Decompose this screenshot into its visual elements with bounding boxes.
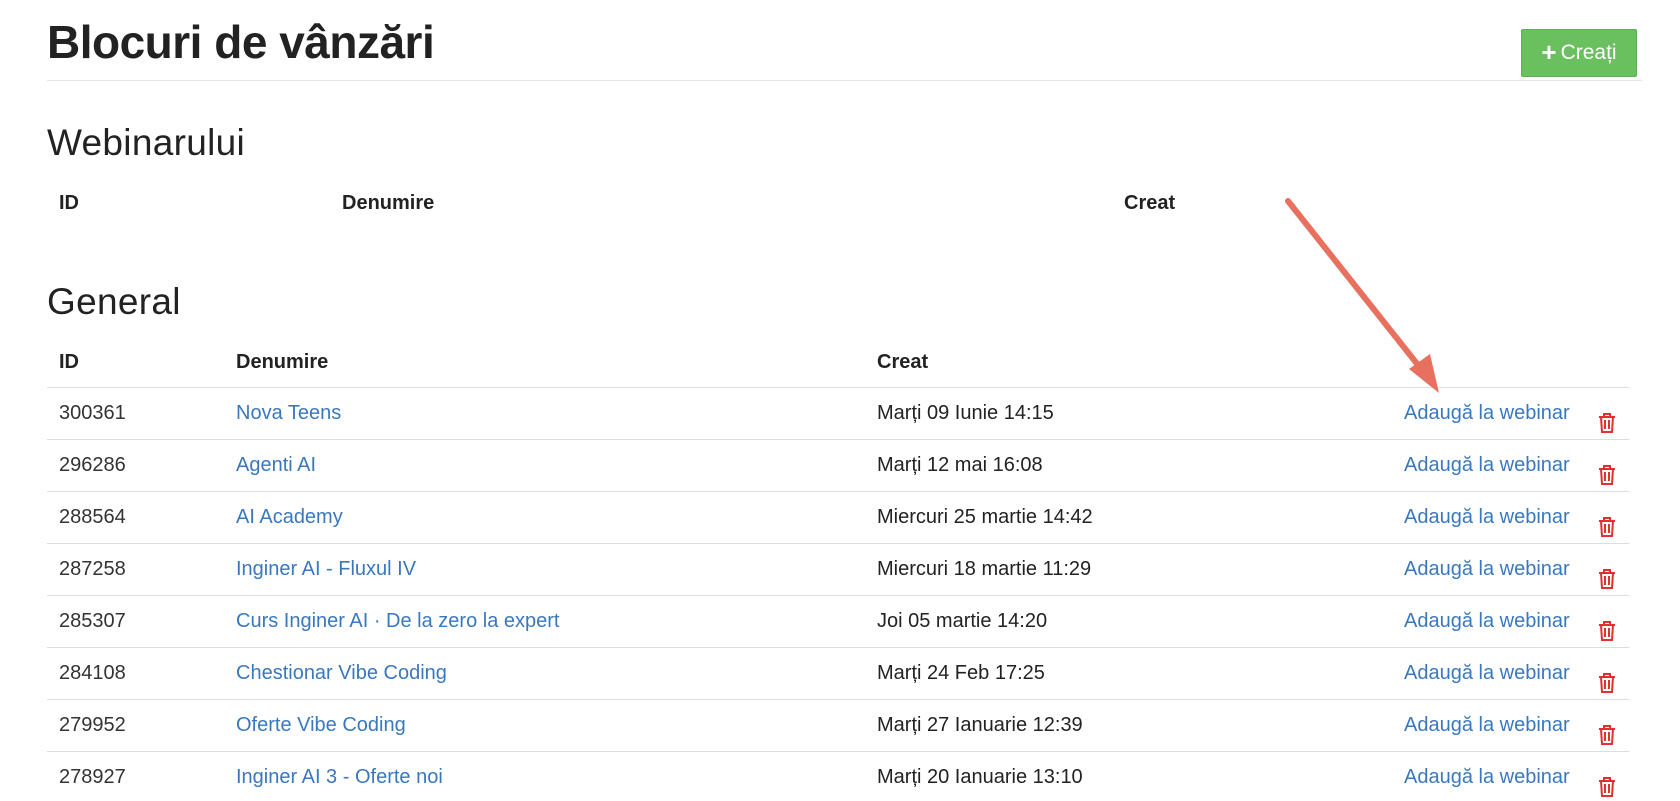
row-id: 279952 (59, 714, 126, 736)
table-row: 300361 Nova Teens Marți 09 Iunie 14:15 A… (47, 388, 1629, 440)
row-id: 288564 (59, 506, 126, 528)
trash-icon[interactable] (1597, 767, 1617, 797)
add-to-webinar-link[interactable]: Adaugă la webinar (1404, 596, 1570, 647)
add-to-webinar-link[interactable]: Adaugă la webinar (1404, 492, 1570, 543)
general-col-id: ID (59, 351, 79, 373)
table-row: 279952 Oferte Vibe Coding Marți 27 Ianua… (47, 700, 1629, 752)
row-name-link[interactable]: AI Academy (236, 492, 343, 543)
add-to-webinar-link[interactable]: Adaugă la webinar (1404, 388, 1570, 439)
arrow-annotation (1285, 198, 1439, 393)
create-button-label: Creați (1560, 41, 1617, 64)
row-id: 287258 (59, 558, 126, 580)
row-name-link[interactable]: Curs Inginer AI · De la zero la expert (236, 596, 559, 647)
webinar-col-id: ID (59, 192, 79, 214)
table-row: 287258 Inginer AI - Fluxul IV Miercuri 1… (47, 544, 1629, 596)
table-row: 285307 Curs Inginer AI · De la zero la e… (47, 596, 1629, 648)
row-created: Miercuri 18 martie 11:29 (877, 558, 1092, 580)
add-to-webinar-link[interactable]: Adaugă la webinar (1404, 648, 1570, 699)
general-col-created: Creat (877, 351, 929, 373)
trash-icon[interactable] (1597, 715, 1617, 745)
create-button[interactable]: + Creați (1521, 29, 1637, 77)
general-col-name: Denumire (236, 351, 329, 373)
row-created: Marți 24 Feb 17:25 (877, 662, 1045, 684)
row-id: 296286 (59, 454, 126, 476)
table-row: 296286 Agenti AI Marți 12 mai 16:08 Adau… (47, 440, 1629, 492)
webinar-col-created: Creat (1124, 192, 1176, 214)
webinar-col-name: Denumire (342, 192, 435, 214)
trash-icon[interactable] (1597, 559, 1617, 589)
table-row: 278927 Inginer AI 3 - Oferte noi Marți 2… (47, 752, 1629, 801)
page-header: Blocuri de vânzări + Creați (47, 0, 1642, 81)
row-created: Marți 27 Ianuarie 12:39 (877, 714, 1083, 736)
trash-icon[interactable] (1597, 611, 1617, 641)
row-name-link[interactable]: Chestionar Vibe Coding (236, 648, 447, 699)
row-created: Marți 09 Iunie 14:15 (877, 402, 1054, 424)
add-to-webinar-link[interactable]: Adaugă la webinar (1404, 752, 1570, 801)
row-name-link[interactable]: Inginer AI - Fluxul IV (236, 544, 416, 595)
page: Blocuri de vânzări + Creați Webinarului … (0, 0, 1680, 801)
section-title-webinar: Webinarului (47, 122, 246, 163)
add-to-webinar-link[interactable]: Adaugă la webinar (1404, 700, 1570, 751)
row-name-link[interactable]: Agenti AI (236, 440, 316, 491)
plus-icon: + (1541, 37, 1557, 67)
page-title: Blocuri de vânzări (47, 16, 435, 68)
add-to-webinar-link[interactable]: Adaugă la webinar (1404, 544, 1570, 595)
trash-icon[interactable] (1597, 663, 1617, 693)
row-name-link[interactable]: Inginer AI 3 - Oferte noi (236, 752, 443, 801)
row-id: 285307 (59, 610, 126, 632)
row-id: 278927 (59, 766, 126, 788)
row-name-link[interactable]: Nova Teens (236, 388, 341, 439)
row-created: Miercuri 25 martie 14:42 (877, 506, 1093, 528)
row-id: 284108 (59, 662, 126, 684)
row-created: Joi 05 martie 14:20 (877, 610, 1048, 632)
section-title-general: General (47, 281, 181, 322)
row-created: Marți 12 mai 16:08 (877, 454, 1043, 476)
table-row: 284108 Chestionar Vibe Coding Marți 24 F… (47, 648, 1629, 700)
trash-icon[interactable] (1597, 455, 1617, 485)
table-row: 288564 AI Academy Miercuri 25 martie 14:… (47, 492, 1629, 544)
general-table: 300361 Nova Teens Marți 09 Iunie 14:15 A… (47, 387, 1629, 801)
trash-icon[interactable] (1597, 507, 1617, 537)
row-name-link[interactable]: Oferte Vibe Coding (236, 700, 406, 751)
add-to-webinar-link[interactable]: Adaugă la webinar (1404, 440, 1570, 491)
trash-icon[interactable] (1597, 403, 1617, 433)
row-id: 300361 (59, 402, 126, 424)
row-created: Marți 20 Ianuarie 13:10 (877, 766, 1083, 788)
